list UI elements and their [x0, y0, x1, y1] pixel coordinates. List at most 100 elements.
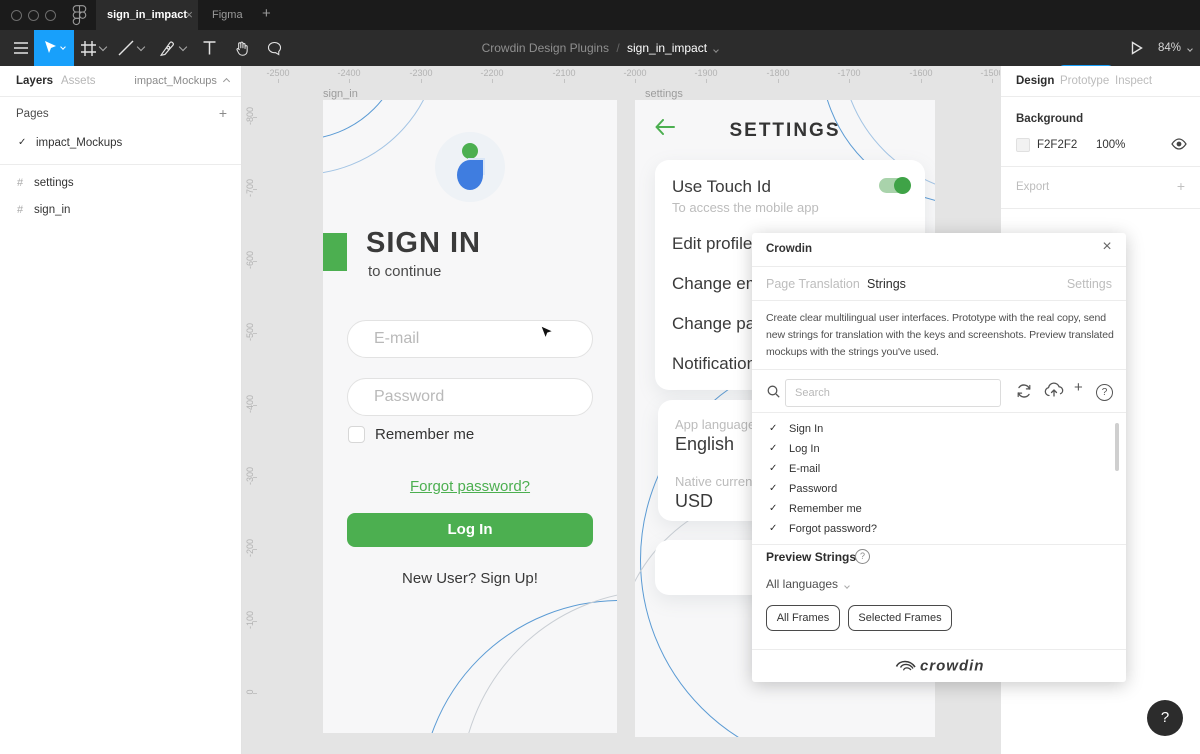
upload-cloud-icon[interactable] — [1044, 382, 1064, 403]
sign-up-text[interactable]: New User? Sign Up! — [323, 570, 617, 587]
forgot-password-link[interactable]: Forgot password? — [323, 478, 617, 495]
add-string-button[interactable]: + — [1074, 379, 1083, 396]
ruler-label: 0 — [245, 677, 255, 707]
tab-document-label: sign_in_impact — [107, 9, 187, 21]
ruler-label: -2100 — [552, 68, 575, 78]
touch-id-label: Use Touch Id — [672, 177, 771, 197]
string-row[interactable]: ✓ Sign In — [752, 420, 1126, 440]
string-label: E-mail — [789, 463, 820, 475]
help-icon[interactable]: ? — [1096, 384, 1113, 401]
check-icon: ✓ — [769, 443, 777, 454]
log-in-button[interactable]: Log In — [347, 513, 593, 547]
string-row[interactable]: ✓ Log In — [752, 440, 1126, 460]
page-item-impact-mockups[interactable]: ✓ impact_Mockups — [0, 130, 241, 158]
search-input[interactable]: Search — [785, 379, 1001, 407]
email-field[interactable]: E-mail — [347, 320, 593, 358]
breadcrumb: Crowdin Design Plugins / sign_in_impact — [0, 30, 1200, 66]
layer-item-sign-in[interactable]: # sign_in — [0, 198, 241, 225]
tab-layers[interactable]: Layers — [16, 75, 53, 87]
traffic-light-zoom[interactable] — [45, 10, 56, 21]
check-icon: ✓ — [769, 483, 777, 494]
frame-title-sign-in[interactable]: sign_in — [323, 88, 358, 100]
tab-document[interactable]: sign_in_impact × — [96, 0, 198, 30]
export-section-title: Export — [1016, 181, 1049, 193]
breadcrumb-file[interactable]: sign_in_impact — [627, 41, 707, 55]
touch-id-toggle[interactable] — [879, 178, 909, 193]
figma-logo-icon — [72, 5, 87, 31]
plugin-title: Crowdin — [766, 243, 812, 255]
crowdin-plugin-modal: Crowdin × Page Translation Strings Setti… — [752, 233, 1126, 682]
check-icon: ✓ — [769, 423, 777, 434]
tab-prototype[interactable]: Prototype — [1060, 75, 1109, 87]
app-language-label: App language — [675, 417, 755, 432]
check-icon: ✓ — [769, 463, 777, 474]
language-filter-dropdown[interactable]: All languages — [766, 577, 849, 591]
password-field[interactable]: Password — [347, 378, 593, 416]
tab-inspect[interactable]: Inspect — [1115, 75, 1152, 87]
ruler-label: -2200 — [480, 68, 503, 78]
add-page-button[interactable]: + — [219, 105, 227, 121]
string-label: Forgot password? — [789, 523, 877, 535]
plugin-tab-settings[interactable]: Settings — [1067, 277, 1112, 291]
sign-in-frame[interactable]: SIGN IN to continue E-mail Password Reme… — [323, 100, 617, 733]
breadcrumb-separator: / — [616, 41, 619, 55]
close-icon[interactable]: × — [1098, 238, 1116, 256]
titlebar: sign_in_impact × Figma + — [0, 0, 1200, 30]
breadcrumb-project[interactable]: Crowdin Design Plugins — [482, 41, 609, 55]
ruler-label: -2500 — [266, 68, 289, 78]
new-tab-button[interactable]: + — [262, 0, 271, 30]
present-button[interactable] — [1124, 30, 1150, 66]
native-currency-value[interactable]: USD — [675, 491, 713, 512]
ruler-label: -1500 — [980, 68, 1000, 78]
traffic-light-close[interactable] — [11, 10, 22, 21]
string-row[interactable]: ✓ Forgot password? — [752, 520, 1126, 540]
pages-title: Pages — [16, 108, 49, 120]
zoom-control[interactable]: 84% — [1158, 30, 1192, 66]
string-label: Password — [789, 483, 837, 495]
ruler-label: -2400 — [337, 68, 360, 78]
visibility-eye-icon[interactable] — [1171, 137, 1187, 155]
app-logo — [435, 132, 505, 202]
toolbar: Crowdin Design Plugins / sign_in_impact … — [0, 30, 1200, 66]
plugin-tab-page-translation[interactable]: Page Translation — [766, 277, 860, 291]
tab-figma[interactable]: Figma — [212, 0, 243, 30]
touch-id-subtitle: To access the mobile app — [672, 200, 819, 215]
string-row[interactable]: ✓ E-mail — [752, 460, 1126, 480]
ruler-label: -500 — [245, 317, 255, 347]
preview-help-icon[interactable]: ? — [855, 549, 870, 564]
sign-in-title: SIGN IN — [366, 227, 481, 260]
tab-design[interactable]: Design — [1016, 75, 1054, 87]
background-color-swatch[interactable] — [1016, 138, 1030, 152]
remember-me-checkbox[interactable] — [348, 426, 365, 443]
frame-icon: # — [17, 204, 23, 216]
layer-item-label: settings — [34, 177, 74, 189]
tab-close-icon[interactable]: × — [185, 0, 193, 30]
background-opacity-value[interactable]: 100% — [1096, 139, 1125, 151]
page-selector[interactable]: impact_Mockups — [134, 75, 229, 87]
all-frames-button[interactable]: All Frames — [766, 605, 840, 631]
plugin-tab-strings[interactable]: Strings — [867, 277, 906, 291]
check-icon: ✓ — [769, 503, 777, 514]
layer-item-settings[interactable]: # settings — [0, 171, 241, 198]
ruler-label: -1900 — [694, 68, 717, 78]
selected-frames-button[interactable]: Selected Frames — [848, 605, 952, 631]
sync-icon[interactable] — [1016, 383, 1032, 404]
strings-scrollbar[interactable] — [1115, 423, 1119, 471]
ruler-label: -700 — [245, 173, 255, 203]
plugin-description: Create clear multilingual user interface… — [766, 310, 1118, 361]
string-row[interactable]: ✓ Remember me — [752, 500, 1126, 520]
edit-profile-item[interactable]: Edit profile — [672, 234, 752, 254]
traffic-light-minimize[interactable] — [28, 10, 39, 21]
background-hex-value[interactable]: F2F2F2 — [1037, 139, 1077, 151]
notifications-item[interactable]: Notifications — [672, 354, 765, 374]
tab-assets[interactable]: Assets — [61, 75, 96, 87]
app-language-value[interactable]: English — [675, 434, 734, 455]
frame-title-settings[interactable]: settings — [645, 88, 683, 100]
help-button[interactable]: ? — [1147, 700, 1183, 736]
ruler-label: -100 — [245, 605, 255, 635]
frame-icon: # — [17, 177, 23, 189]
string-label: Remember me — [789, 503, 862, 515]
add-export-button[interactable]: + — [1177, 178, 1185, 194]
ruler-label: -200 — [245, 533, 255, 563]
string-row[interactable]: ✓ Password — [752, 480, 1126, 500]
